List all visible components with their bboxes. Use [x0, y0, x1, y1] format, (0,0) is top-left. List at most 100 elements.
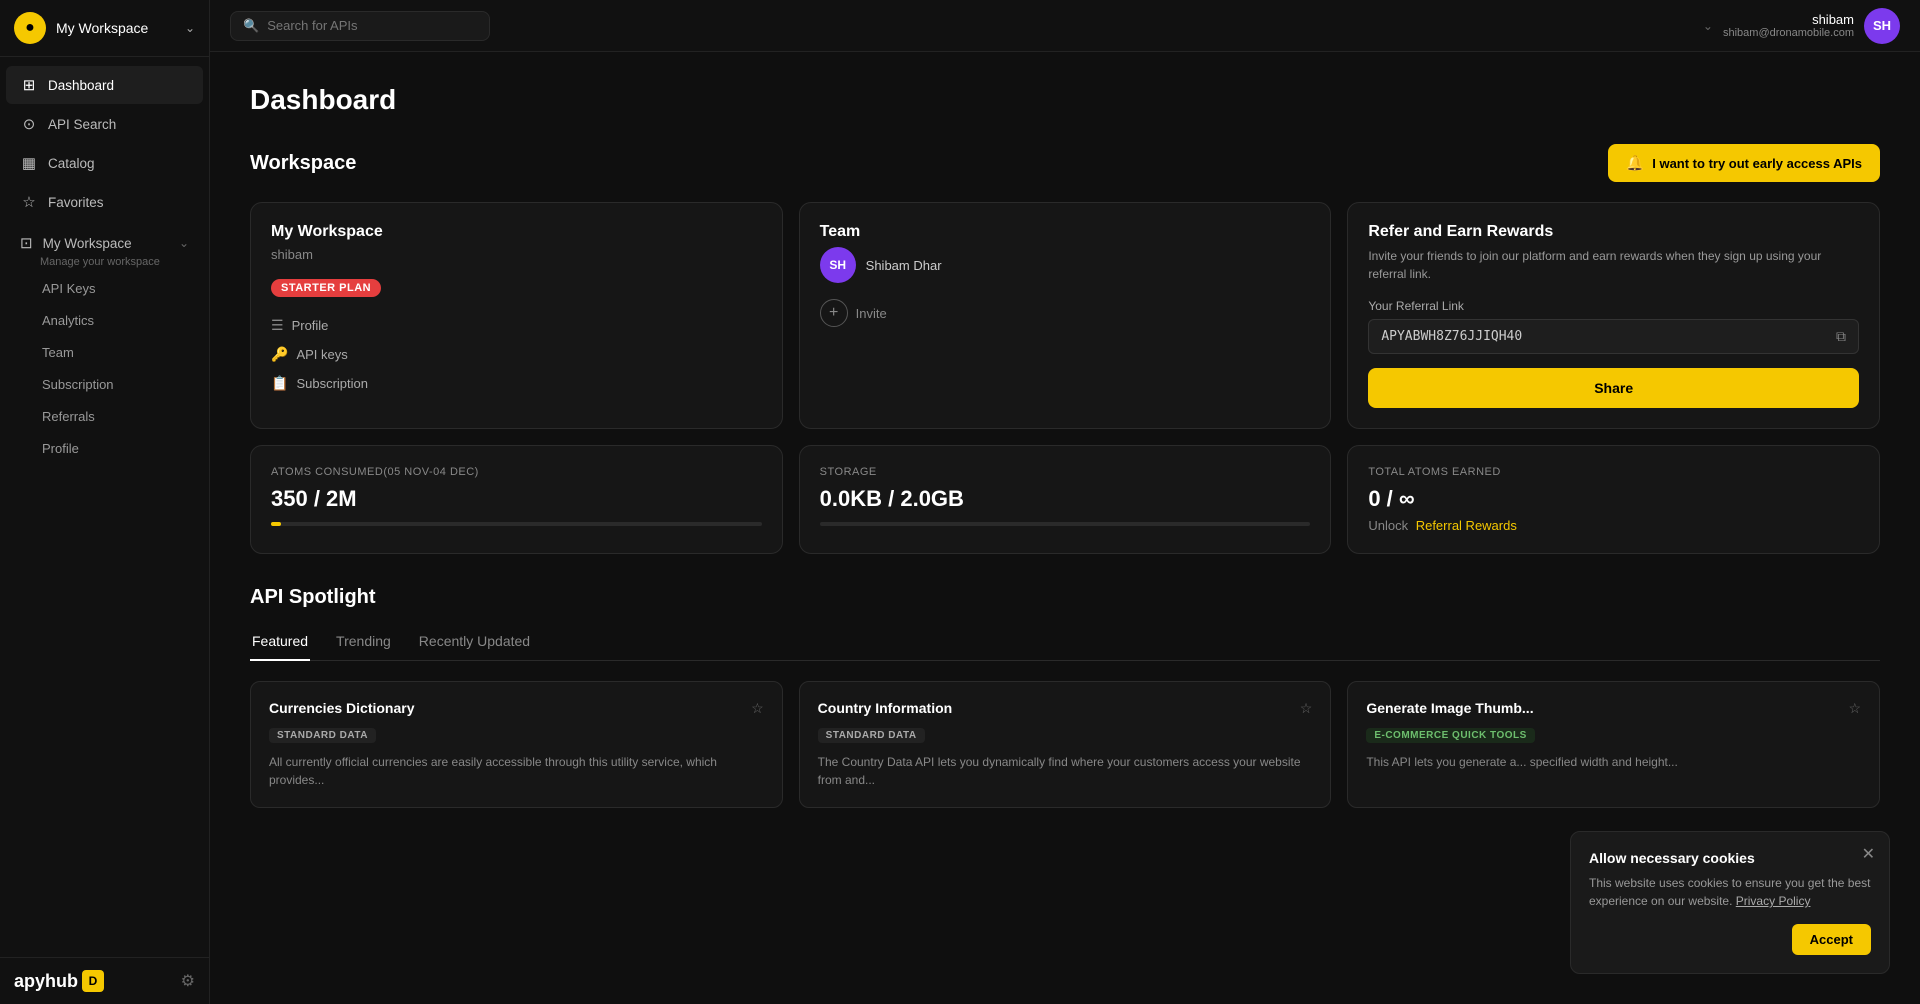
topbar-chevron-icon: ⌄ — [1703, 19, 1713, 33]
tab-recently-updated[interactable]: Recently Updated — [417, 625, 532, 661]
sidebar-item-subscription[interactable]: Subscription — [28, 369, 197, 400]
workspace-profile-link[interactable]: ☰ Profile — [271, 311, 762, 340]
top-cards-row: My Workspace shibam STARTER PLAN ☰ Profi… — [250, 202, 1880, 429]
atoms-bar-track — [271, 522, 762, 526]
storage-value: 0.0KB / 2.0GB — [820, 486, 1311, 512]
my-workspace-icon: ⊡ — [20, 234, 33, 252]
invite-row[interactable]: + Invite — [820, 295, 1311, 331]
user-name: shibam — [1723, 12, 1854, 27]
cookie-text: This website uses cookies to ensure you … — [1589, 874, 1871, 910]
referral-link-label: Your Referral Link — [1368, 299, 1859, 313]
referral-card: Refer and Earn Rewards Invite your frien… — [1347, 202, 1880, 429]
api-card-currencies: Currencies Dictionary ☆ STANDARD DATA Al… — [250, 681, 783, 808]
invite-label: Invite — [856, 306, 887, 321]
team-card-title: Team — [820, 223, 1311, 241]
sidebar-bottom: apyhub D ⚙ — [0, 957, 209, 1004]
workspace-subscription-link[interactable]: 📋 Subscription — [271, 369, 762, 398]
total-atoms-card: TOTAL ATOMS EARNED 0 / ∞ Unlock Referral… — [1347, 445, 1880, 554]
sidebar-item-referrals[interactable]: Referrals — [28, 401, 197, 432]
cookie-banner: ✕ Allow necessary cookies This website u… — [1570, 831, 1890, 974]
workspace-selector[interactable]: ● My Workspace ⌄ — [0, 0, 209, 57]
workspace-api-keys-link[interactable]: 🔑 API keys — [271, 340, 762, 369]
star-icon-image[interactable]: ☆ — [1848, 700, 1861, 717]
star-icon-currencies[interactable]: ☆ — [751, 700, 764, 717]
user-email: shibam@dronamobile.com — [1723, 27, 1854, 39]
search-input[interactable] — [267, 18, 477, 33]
api-card-country: Country Information ☆ STANDARD DATA The … — [799, 681, 1332, 808]
cookie-accept-button[interactable]: Accept — [1792, 924, 1871, 955]
cookie-close-icon[interactable]: ✕ — [1862, 844, 1875, 864]
apyhub-icon-badge: D — [82, 970, 104, 992]
workspace-name-label: My Workspace — [56, 20, 148, 36]
total-atoms-value: 0 / ∞ — [1368, 486, 1859, 512]
workspace-chevron-icon: ⌄ — [185, 21, 195, 35]
api-country-tag: STANDARD DATA — [818, 728, 925, 743]
storage-card: STORAGE 0.0KB / 2.0GB — [799, 445, 1332, 554]
team-member-row: SH Shibam Dhar — [820, 247, 1311, 283]
atoms-consumed-value: 350 / 2M — [271, 486, 762, 512]
sidebar-item-team[interactable]: Team — [28, 337, 197, 368]
sidebar-item-dashboard[interactable]: ⊞ Dashboard — [6, 66, 203, 104]
sidebar-item-analytics[interactable]: Analytics — [28, 305, 197, 336]
referral-description: Invite your friends to join our platform… — [1368, 247, 1859, 283]
search-icon: ⊙ — [20, 115, 38, 133]
page-title: Dashboard — [250, 84, 1880, 116]
star-icon-country[interactable]: ☆ — [1300, 700, 1313, 717]
api-spotlight-section: API Spotlight Featured Trending Recently… — [250, 586, 1880, 808]
atoms-bar-fill — [271, 522, 281, 526]
sidebar-item-catalog[interactable]: ▦ Catalog — [6, 144, 203, 182]
api-keys-link-icon: 🔑 — [271, 346, 288, 363]
total-atoms-label: TOTAL ATOMS EARNED — [1368, 466, 1859, 478]
subscription-link-label: Subscription — [296, 376, 368, 391]
invite-plus-icon: + — [820, 299, 848, 327]
member-name: Shibam Dhar — [866, 258, 942, 273]
sidebar-my-workspace-section: ⊡ My Workspace ⌄ Manage your workspace A… — [6, 222, 203, 467]
storage-bar-track — [820, 522, 1311, 526]
sidebar-item-favorites[interactable]: ☆ Favorites — [6, 183, 203, 221]
atoms-consumed-card: ATOMS CONSUMED(05 NOV-04 DEC) 350 / 2M — [250, 445, 783, 554]
logo-icon: ● — [14, 12, 46, 44]
api-country-description: The Country Data API lets you dynamicall… — [818, 753, 1313, 789]
workspace-section-header: Workspace 🔔 I want to try out early acce… — [250, 144, 1880, 182]
spotlight-tabs: Featured Trending Recently Updated — [250, 625, 1880, 661]
catalog-icon: ▦ — [20, 154, 38, 172]
search-bar[interactable]: 🔍 — [230, 11, 490, 41]
subscription-link-icon: 📋 — [271, 375, 288, 392]
sidebar-item-api-keys[interactable]: API Keys — [28, 273, 197, 304]
atoms-consumed-label: ATOMS CONSUMED(05 NOV-04 DEC) — [271, 466, 762, 478]
early-access-icon: 🔔 — [1626, 154, 1645, 172]
privacy-policy-link[interactable]: Privacy Policy — [1736, 894, 1811, 908]
early-access-button[interactable]: 🔔 I want to try out early access APIs — [1608, 144, 1880, 182]
user-info-text: shibam shibam@dronamobile.com — [1723, 12, 1854, 39]
settings-icon[interactable]: ⚙ — [181, 971, 195, 991]
referral-link-box: APYABWH8Z76JJIQH40 ⧉ — [1368, 319, 1859, 354]
my-workspace-label: My Workspace — [43, 236, 132, 251]
sidebar-item-api-search[interactable]: ⊙ API Search — [6, 105, 203, 143]
referral-title: Refer and Earn Rewards — [1368, 223, 1859, 241]
referral-rewards-link[interactable]: Referral Rewards — [1416, 518, 1517, 533]
api-card-image-header: Generate Image Thumb... ☆ — [1366, 700, 1861, 717]
search-icon: 🔍 — [243, 18, 259, 34]
sidebar-item-label: Catalog — [48, 156, 95, 171]
sidebar-item-label: Favorites — [48, 195, 104, 210]
apyhub-text: apyhub — [14, 971, 78, 992]
dashboard-icon: ⊞ — [20, 76, 38, 94]
referral-link-text: APYABWH8Z76JJIQH40 — [1381, 329, 1828, 344]
sidebar-item-label: Dashboard — [48, 78, 114, 93]
share-button[interactable]: Share — [1368, 368, 1859, 408]
sidebar-nav: ⊞ Dashboard ⊙ API Search ▦ Catalog ☆ Fav… — [0, 57, 209, 957]
tab-featured[interactable]: Featured — [250, 625, 310, 661]
api-currencies-tag: STANDARD DATA — [269, 728, 376, 743]
sidebar: ● My Workspace ⌄ ⊞ Dashboard ⊙ API Searc… — [0, 0, 210, 1004]
tab-trending[interactable]: Trending — [334, 625, 393, 661]
my-workspace-card: My Workspace shibam STARTER PLAN ☰ Profi… — [250, 202, 783, 429]
unlock-text: Unlock Referral Rewards — [1368, 518, 1859, 533]
user-avatar[interactable]: SH — [1864, 8, 1900, 44]
copy-icon[interactable]: ⧉ — [1836, 328, 1846, 345]
workspace-card-subtitle: shibam — [271, 247, 762, 262]
sidebar-item-profile[interactable]: Profile — [28, 433, 197, 464]
workspace-expand-icon: ⌄ — [179, 236, 189, 250]
topbar-right: ⌄ shibam shibam@dronamobile.com SH — [1703, 8, 1900, 44]
api-cards-row: Currencies Dictionary ☆ STANDARD DATA Al… — [250, 681, 1880, 808]
profile-link-icon: ☰ — [271, 317, 284, 334]
